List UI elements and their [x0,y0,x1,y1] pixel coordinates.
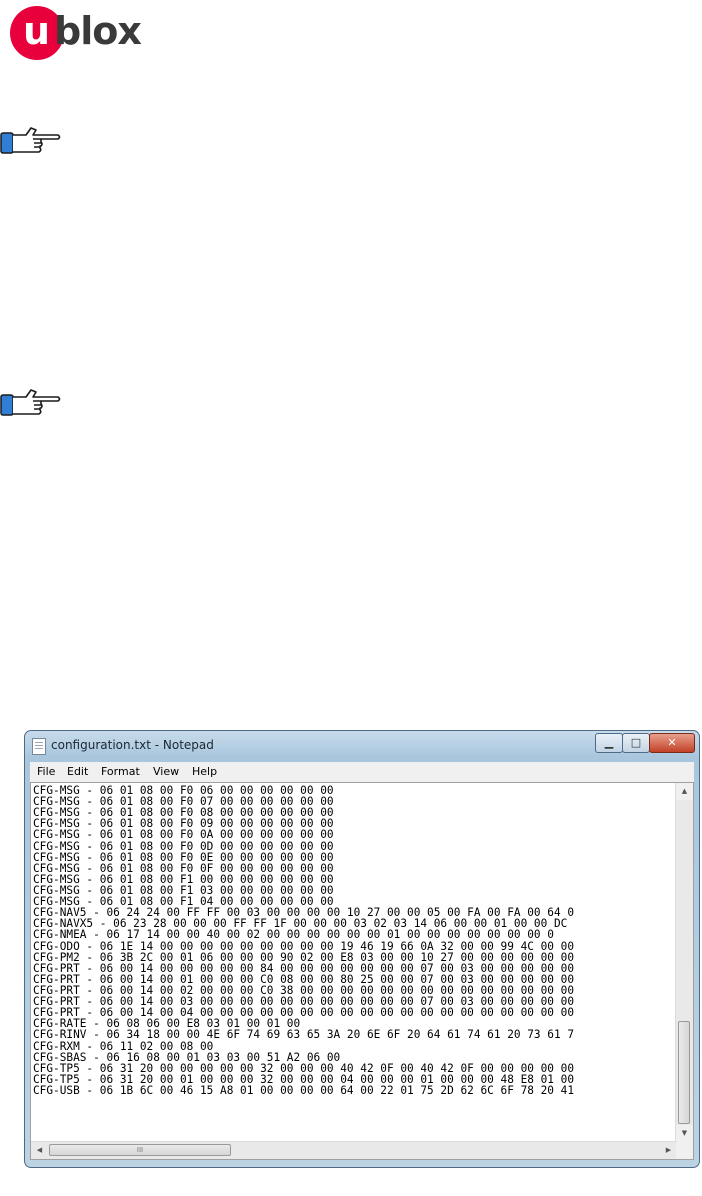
scroll-up-icon[interactable]: ▲ [676,783,693,800]
vertical-scrollbar[interactable]: ▲ ▼ [675,783,693,1142]
text-line: CFG-MSG - 06 01 08 00 F0 0D 00 00 00 00 … [33,839,334,853]
vertical-scroll-thumb[interactable] [678,1021,690,1124]
text-line: CFG-RXM - 06 11 02 00 08 00 [33,1039,214,1053]
close-button[interactable]: ✕ [649,733,695,753]
horizontal-scroll-thumb[interactable]: III [49,1144,231,1156]
scroll-right-icon[interactable]: ▶ [660,1142,677,1159]
horizontal-scrollbar[interactable]: ◀ III ▶ [31,1141,677,1159]
size-grip [676,1142,693,1159]
text-line: CFG-RINV - 06 34 18 00 00 4E 6F 74 69 63… [33,1028,574,1042]
title-bar[interactable]: configuration.txt - Notepad ▁ □ ✕ [25,731,699,761]
window-title: configuration.txt - Notepad [51,738,214,752]
text-editor[interactable]: CFG-MSG - 06 01 08 00 F0 06 00 00 00 00 … [30,782,694,1160]
text-line: CFG-USB - 06 1B 6C 00 46 15 A8 01 00 00 … [33,1083,574,1097]
menu-view[interactable]: View [153,765,179,778]
ublox-logo: u blox [10,6,170,60]
pointing-hand-icon [0,389,61,416]
text-line: CFG-MSG - 06 01 08 00 F0 0A 00 00 00 00 … [33,828,334,842]
menu-edit[interactable]: Edit [67,765,88,778]
text-line: CFG-ODO - 06 1E 14 00 00 00 00 00 00 00 … [33,939,574,953]
minimize-button[interactable]: ▁ [595,733,623,753]
menu-bar: File Edit Format View Help [30,762,694,783]
scroll-down-icon[interactable]: ▼ [676,1125,693,1142]
menu-help[interactable]: Help [192,765,217,778]
menu-format[interactable]: Format [101,765,140,778]
text-content[interactable]: CFG-MSG - 06 01 08 00 F0 06 00 00 00 00 … [33,785,676,1141]
pointing-hand-icon [0,127,61,154]
notepad-icon[interactable] [32,738,46,755]
scroll-left-icon[interactable]: ◀ [31,1142,48,1159]
menu-file[interactable]: File [37,765,55,778]
maximize-button[interactable]: □ [622,733,650,753]
notepad-window: configuration.txt - Notepad ▁ □ ✕ File E… [24,730,700,1168]
logo-mark-letter: u [23,9,51,53]
text-line: CFG-NMEA - 06 17 14 00 00 40 00 02 00 00… [33,928,554,942]
logo-wordmark: blox [54,9,142,53]
